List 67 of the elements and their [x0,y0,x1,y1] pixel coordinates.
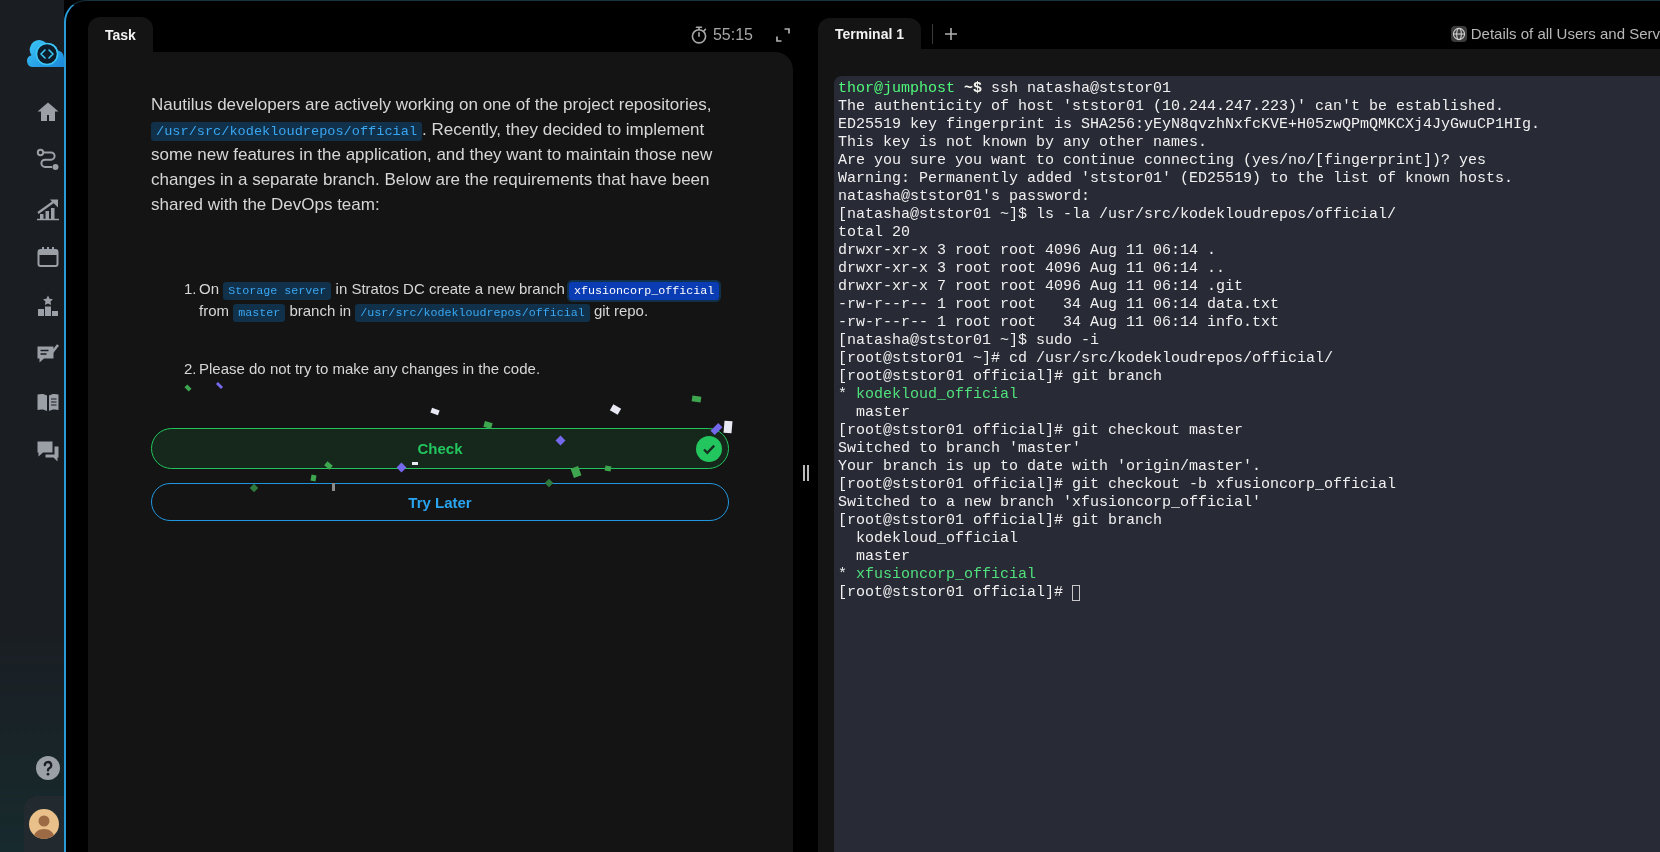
confetti-piece [184,384,192,392]
confetti-piece [570,465,582,479]
terminal-line: drwxr-xr-x 7 root root 4096 Aug 11 06:14 .git [838,278,1244,296]
confetti-piece [249,483,259,493]
avatar-icon[interactable] [29,809,59,839]
terminal-line: [root@ststor01 official]# git branch [838,368,1163,386]
description-text: Nautilus developers are actively working on one of the project repositories, /usr/src/kodekloudrepos/official . Recently, they decided to implement some new features in the application, and they want to maintain those new changes in a separate branch. Below are the requirements that have been shared with the DevOps team: [151,94,714,216]
tab[interactable]: Task [88,17,153,52]
requirement-text: On Storage server in Stratos DC create a new branch xfusioncorp_official from master branch in /usr/src/kodekloudrepos/official git repo. [199,278,729,322]
confetti-piece [723,420,733,434]
terminal-line: master [856,404,911,422]
home-icon[interactable] [36,100,60,124]
route-icon[interactable] [36,148,60,173]
terminal-line: Switched to a new branch 'xfusioncorp_official' [838,494,1262,512]
terminal-line: ED25519 key fingerprint is SHA256:yEyN8qvzhNxfcKVE+H05zwQPmQMKCXj4JyGwuCP1HIg. [838,116,1541,134]
resize-handle-icon[interactable] [801,464,810,481]
stopwatch-icon [689,25,708,44]
terminal-line: [natasha@ststor01 ~]$ ls -la /usr/src/kodekloudrepos/official/ [838,206,1397,224]
check-button[interactable]: Check [151,428,729,469]
confetti-piece [430,407,440,416]
help-icon[interactable] [36,756,60,780]
terminal-line: This key is not known by any other names. [838,134,1208,152]
terminal-line: natasha@ststor01's password: [838,188,1091,206]
confetti-piece [215,381,224,390]
list-number: 2. [184,359,198,379]
confetti-piece [691,395,702,403]
list-number: 1. [184,279,198,299]
expand-icon[interactable] [776,27,790,42]
confetti-piece [555,435,566,446]
confetti-piece [332,483,335,491]
terminal-line: Switched to branch 'master' [838,440,1082,458]
terminal-line: Your branch is up to date with 'origin/master'. [838,458,1262,476]
check-circle-icon [696,435,722,462]
requirement-text: Please do not try to make any changes in the code. [199,359,541,379]
terminal-line: Warning: Permanently added 'ststor01' (ED25519) to the list of known hosts. [838,170,1514,188]
terminal-line: [root@ststor01 official]# git checkout master [838,422,1244,440]
terminal-line: -rw-r--r-- 1 root root 34 Aug 11 06:14 info.txt [838,314,1280,332]
calendar-icon[interactable] [36,245,60,270]
terminal-line: The authenticity of host 'ststor01 (10.244.247.223)' can't be established. [838,98,1505,116]
plus-icon[interactable] [944,26,958,41]
confetti-piece [412,462,418,465]
terminal-line: * xfusioncorp_official [838,566,1037,584]
confetti-piece [604,465,612,472]
terminal-line: master [856,548,911,566]
cloud-logo-icon[interactable] [26,40,64,68]
podium-star-icon[interactable] [36,293,60,318]
confetti-piece [544,478,554,488]
terminal-line: thor@jumphost ~$ ssh natasha@ststor01 [838,80,1172,98]
timer-text: 55:15 [712,25,753,44]
details-link[interactable]: Details of all Users and Serv [1450,25,1660,42]
terminal-line: [root@ststor01 ~]# cd /usr/src/kodekloudrepos/official/ [838,350,1334,368]
confetti-piece [483,421,493,429]
terminal-line: [root@ststor01 official]# [838,584,1064,602]
confetti-piece [609,404,622,415]
confetti-piece [396,462,407,473]
terminal-line: drwxr-xr-x 3 root root 4096 Aug 11 06:14 . [838,242,1217,260]
terminal-line: Are you sure you want to continue connecting (yes/no/[fingerprint])? yes [838,152,1487,170]
terminal-line: [root@ststor01 official]# git checkout -b xfusioncorp_official [838,476,1397,494]
terminal-line: [root@ststor01 official]# git branch [838,512,1163,530]
terminal-line: * kodekloud_official [838,386,1019,404]
globe-icon [1450,25,1467,42]
terminal-line: total 20 [838,224,910,242]
terminal-line: kodekloud_official [856,530,1019,548]
tab[interactable]: Terminal 1 [818,18,921,49]
terminal-line: drwxr-xr-x 3 root root 4096 Aug 11 06:14 .. [838,260,1226,278]
terminal-line: [natasha@ststor01 ~]$ sudo -i [838,332,1100,350]
terminal-line: -rw-r--r-- 1 root root 34 Aug 11 06:14 data.txt [838,296,1280,314]
